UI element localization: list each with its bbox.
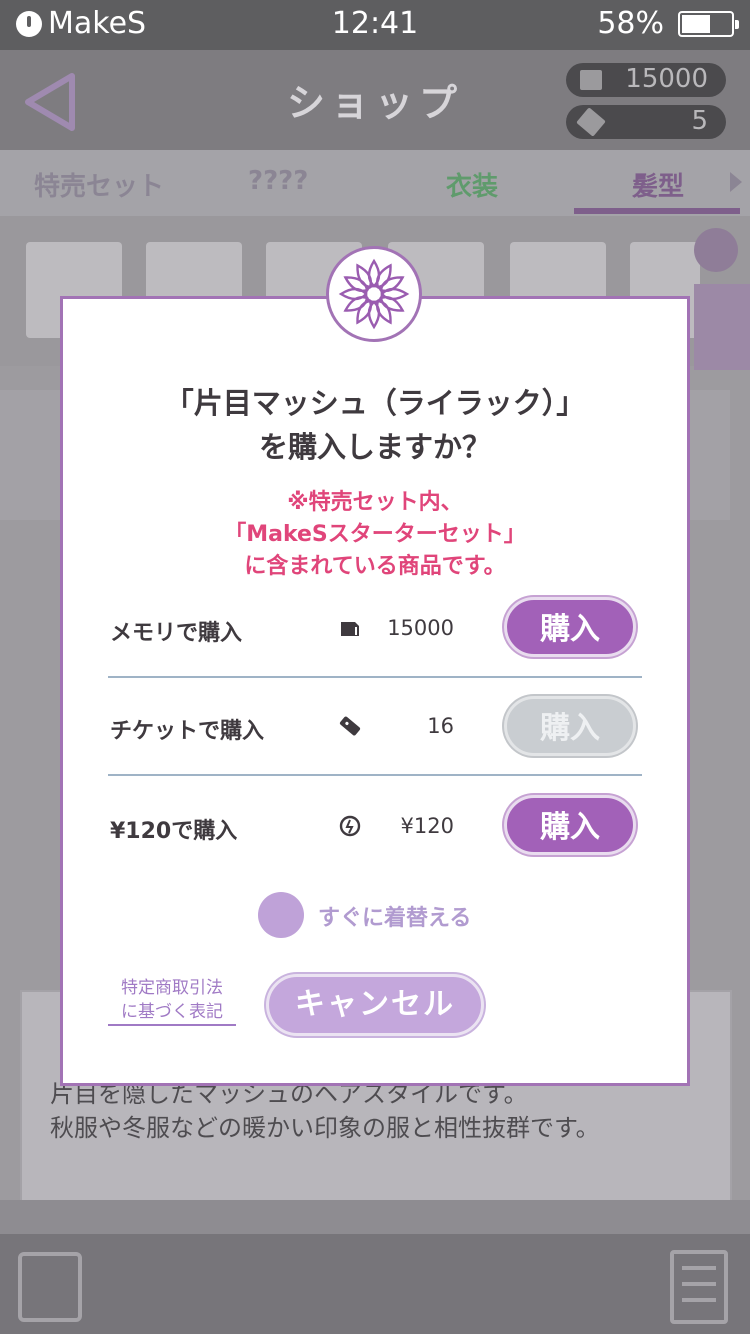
commercial-law-link[interactable]: 特定商取引法 に基づく表記 xyxy=(108,976,236,1026)
ticket-price: 16 xyxy=(427,714,454,738)
category-tabs: 特売セット ???? 衣装 髪型 xyxy=(0,150,750,216)
buy-with-memory-label: メモリで購入 xyxy=(110,621,243,646)
buy-with-yen-label: ¥120で購入 xyxy=(110,819,238,844)
battery-percent: 58% xyxy=(597,6,664,41)
tab-hairstyle[interactable]: 髪型 xyxy=(632,166,684,203)
buy-with-ticket-button[interactable]: 購入 xyxy=(504,696,636,756)
law-link-line: に基づく表記 xyxy=(121,1002,223,1022)
help-icon[interactable] xyxy=(694,228,738,272)
ticket-icon xyxy=(339,716,361,736)
tab-unknown[interactable]: ???? xyxy=(248,166,308,196)
ticket-currency: 5 xyxy=(566,105,726,139)
memory-price: 15000 xyxy=(387,616,454,640)
description-line: 秋服や冬服などの暖かい印象の服と相性抜群です。 xyxy=(50,1114,600,1142)
decorative-strip xyxy=(0,1200,750,1234)
divider xyxy=(108,774,642,776)
yen-coin-icon xyxy=(339,815,361,837)
dialog-note: 「MakeSスターターセット」 xyxy=(224,522,526,547)
buy-with-yen-button[interactable]: 購入 xyxy=(504,795,636,855)
dialog-question-item: 「片目マッシュ（ライラック）」 xyxy=(164,386,586,420)
memory-count: 15000 xyxy=(625,64,708,94)
battery-fill xyxy=(682,15,710,33)
memory-card-icon xyxy=(341,622,359,636)
ticket-icon xyxy=(576,107,606,137)
cancel-button[interactable]: キャンセル xyxy=(266,974,484,1036)
wardrobe-shirt-icon[interactable] xyxy=(18,1252,82,1322)
memory-currency: 15000 xyxy=(566,63,726,97)
info-icon[interactable] xyxy=(694,284,750,370)
battery-nub xyxy=(735,20,739,29)
header: ショップ 15000 5 xyxy=(0,50,750,150)
chevron-right-icon[interactable] xyxy=(730,172,742,192)
buy-with-ticket-label: チケットで購入 xyxy=(110,719,265,744)
bottom-bar xyxy=(0,1234,750,1334)
equip-now-toggle[interactable] xyxy=(258,892,304,938)
buy-with-memory-button[interactable]: 購入 xyxy=(504,597,636,657)
flower-emblem-icon xyxy=(326,246,422,342)
tab-costume[interactable]: 衣装 xyxy=(446,166,498,203)
dialog-question: を購入しますか？ xyxy=(258,430,491,464)
dialog-note: ※特売セット内、 xyxy=(287,490,463,515)
dialog-note: に含まれている商品です。 xyxy=(244,554,506,579)
battery-icon xyxy=(678,11,739,37)
divider xyxy=(108,676,642,678)
yen-price: ¥120 xyxy=(400,814,454,838)
memory-card-icon xyxy=(580,70,602,90)
status-bar: MakeS 12:41 58% xyxy=(0,0,750,50)
tab-sale-set[interactable]: 特売セット xyxy=(34,166,164,203)
ticket-count: 5 xyxy=(691,106,708,136)
active-tab-indicator xyxy=(574,208,740,214)
notepad-icon[interactable] xyxy=(670,1250,728,1324)
law-link-line: 特定商取引法 xyxy=(121,978,223,998)
equip-now-label[interactable]: すぐに着替える xyxy=(318,900,471,932)
